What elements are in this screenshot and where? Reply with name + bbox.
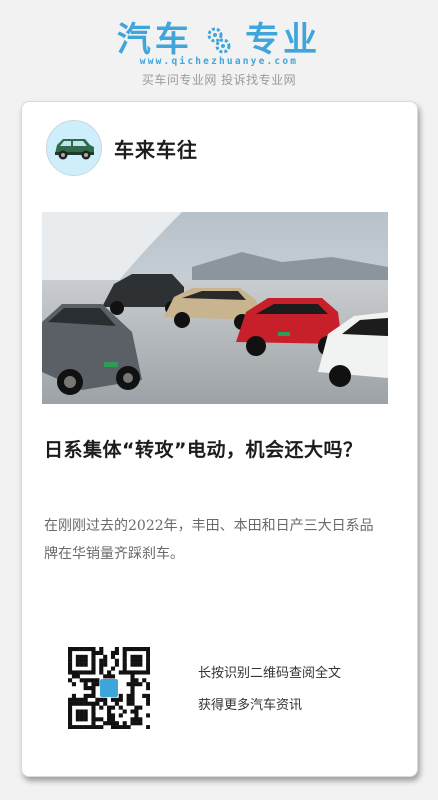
qr-hint-secondary: 获得更多汽车资讯	[198, 698, 303, 713]
logo-text-right: 专业	[245, 20, 322, 60]
article-card[interactable]: 车来车往 日系集体“转攻”电动，机会还大吗？ 在刚刚过去的2022年，丰田、本田…	[21, 101, 418, 777]
site-logo[interactable]: 汽车 专业	[0, 20, 438, 60]
car-avatar-icon	[47, 121, 101, 175]
site-url: www.qichezhuanye.com	[139, 56, 299, 67]
site-header: 汽车 专业 www.qichezhuanye.com 买车问专业网 投诉找专业网	[0, 0, 438, 100]
gear-icon	[207, 27, 231, 54]
logo-text-left: 汽车	[116, 20, 193, 60]
qr-code[interactable]	[68, 647, 151, 730]
channel-name[interactable]: 车来车往	[114, 134, 198, 163]
qr-hint-primary: 长按识别二维码查阅全文	[198, 666, 342, 681]
article-title[interactable]: 日系集体“转攻”电动，机会还大吗？	[44, 436, 398, 464]
toyota-bz-suv-lineup-photo	[42, 212, 388, 404]
article-summary: 在刚刚过去的2022年，丰田、本田和日产三大日系品牌在华销量齐踩刹车。	[44, 518, 374, 562]
site-slogan: 买车问专业网 投诉找专业网	[141, 73, 297, 87]
hero-image[interactable]	[42, 212, 388, 404]
qr-code-icon	[68, 647, 151, 730]
channel-avatar[interactable]	[46, 120, 102, 176]
